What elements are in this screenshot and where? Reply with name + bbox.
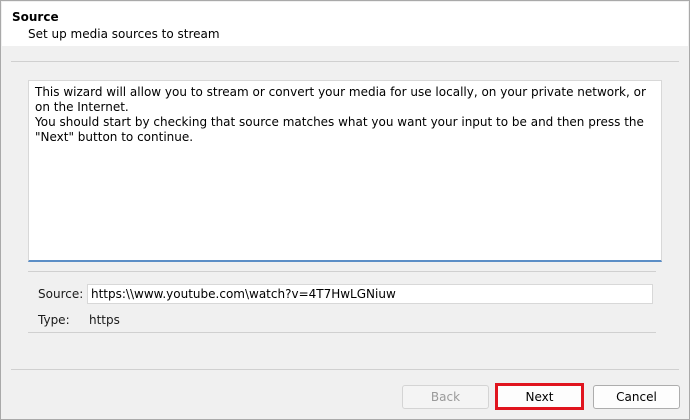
type-label: Type: (38, 313, 70, 327)
header-title: Source (12, 10, 59, 24)
back-button[interactable]: Back (402, 385, 489, 409)
stream-wizard-dialog: Source Set up media sources to stream Th… (0, 0, 690, 420)
description-line-1: This wizard will allow you to stream or … (35, 85, 646, 114)
description-line-2: You should start by checking that source… (35, 115, 644, 144)
type-value: https (89, 313, 120, 327)
cancel-button[interactable]: Cancel (593, 385, 680, 409)
content-divider-top (28, 271, 656, 272)
header-subtitle: Set up media sources to stream (28, 27, 220, 41)
footer-divider (11, 369, 679, 370)
wizard-header: Source Set up media sources to stream (2, 2, 688, 46)
source-label: Source: (38, 287, 84, 301)
header-divider (11, 61, 679, 62)
next-button[interactable]: Next (495, 383, 584, 410)
content-divider-bottom (28, 332, 656, 333)
source-input[interactable] (87, 284, 653, 304)
description-textbox[interactable]: This wizard will allow you to stream or … (28, 80, 662, 262)
